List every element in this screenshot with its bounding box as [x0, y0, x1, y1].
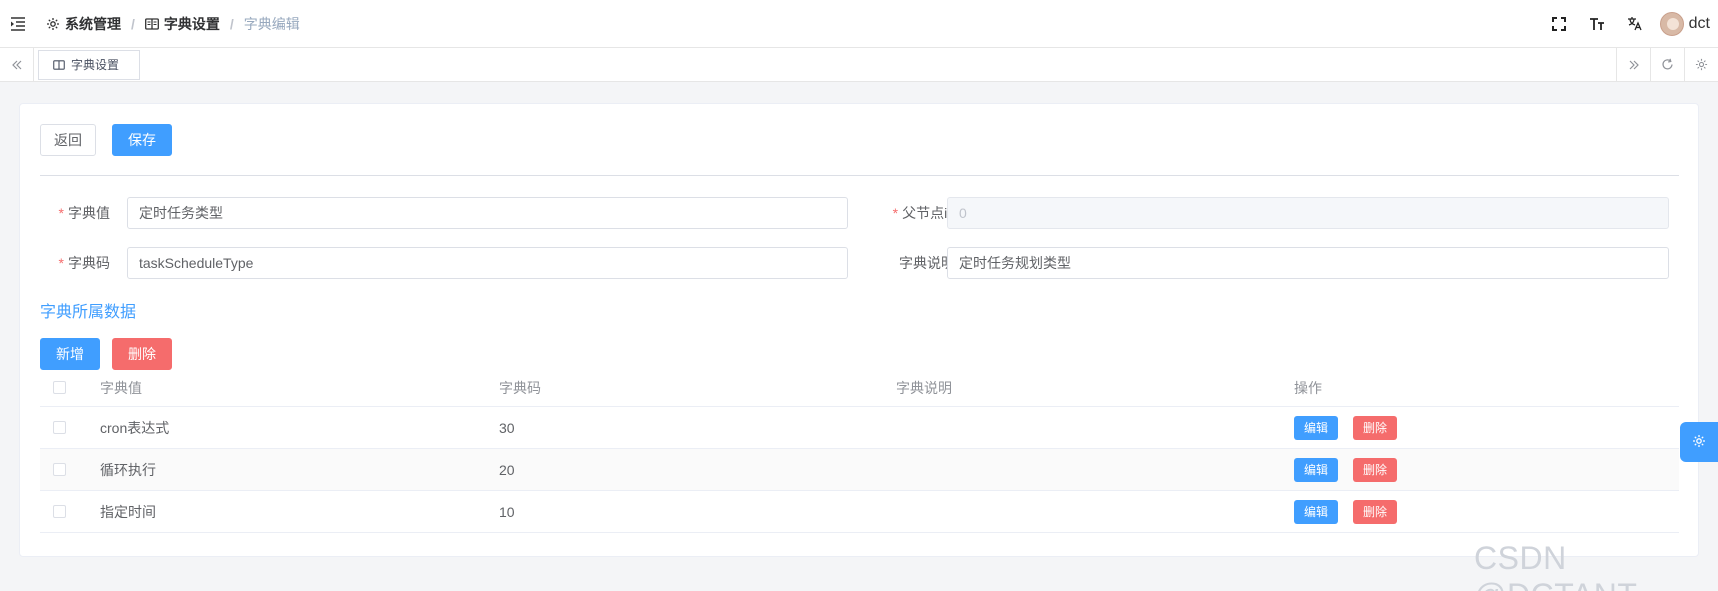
user-menu[interactable]: dct — [1659, 11, 1710, 36]
cell-value: 指定时间 — [100, 503, 156, 520]
divider — [40, 175, 1679, 176]
double-left-icon[interactable] — [0, 47, 34, 82]
edit-button[interactable]: 编辑 — [1294, 499, 1339, 524]
cell-code: 20 — [499, 461, 515, 478]
batch-delete-button[interactable]: 删除 — [112, 338, 172, 370]
avatar — [1659, 11, 1684, 36]
dict-value-input[interactable] — [127, 197, 848, 229]
column-header-actions: 操作 — [1294, 379, 1322, 396]
refresh-icon[interactable] — [1650, 47, 1684, 82]
row-checkbox[interactable] — [53, 463, 66, 476]
dict-code-input[interactable] — [127, 247, 848, 279]
dict-edit-card: 返回 保存 *字典值 *父节点id *字典码 字典说明 字典所属数据 新增 删除… — [19, 103, 1699, 557]
cell-value: cron表达式 — [100, 419, 170, 436]
dict-value-label: * 字典值 — [58, 205, 110, 221]
floating-settings-button[interactable] — [1680, 422, 1718, 462]
header-actions: dct — [1540, 0, 1718, 48]
gear-icon — [1692, 434, 1706, 451]
column-header-code: 字典码 — [499, 379, 541, 396]
breadcrumb: 系统管理 / 字典设置 / 字典编辑 — [46, 14, 300, 34]
dict-desc-input[interactable] — [947, 247, 1669, 279]
select-all-checkbox[interactable] — [53, 381, 66, 394]
edit-button[interactable]: 编辑 — [1294, 457, 1339, 482]
translate-icon[interactable] — [1616, 0, 1654, 48]
row-checkbox[interactable] — [53, 421, 66, 434]
fullscreen-icon[interactable] — [1540, 0, 1578, 48]
dict-items-table: 字典值 字典码 字典说明 操作 cron表达式 30 编辑 删除 循环执行 20… — [40, 369, 1679, 533]
cell-value: 循环执行 — [100, 461, 156, 478]
gear-icon — [46, 17, 60, 31]
table-row: 循环执行 20 编辑 删除 — [40, 449, 1679, 491]
tabs-bar: 字典设置 — [0, 47, 1718, 82]
breadcrumb-label: 系统管理 — [65, 15, 121, 32]
table-header-row: 字典值 字典码 字典说明 操作 — [40, 369, 1679, 407]
watermark: CSDN @DCTANT — [1474, 540, 1637, 591]
parent-id-label: * 父节点id — [892, 205, 955, 221]
tab-dict-settings[interactable]: 字典设置 — [38, 49, 141, 80]
top-header: 系统管理 / 字典设置 / 字典编辑 dct — [0, 0, 1718, 48]
section-title: 字典所属数据 — [40, 304, 137, 321]
breadcrumb-label: 字典设置 — [163, 15, 220, 32]
settings-icon[interactable] — [1684, 47, 1718, 82]
username: dct — [1688, 14, 1710, 32]
delete-button[interactable]: 删除 — [1353, 457, 1398, 482]
edit-button[interactable]: 编辑 — [1294, 415, 1339, 440]
delete-button[interactable]: 删除 — [1353, 415, 1398, 440]
add-button[interactable]: 新增 — [40, 338, 100, 370]
breadcrumb-item-current: 字典编辑 — [243, 15, 300, 32]
book-icon — [144, 17, 159, 30]
back-button[interactable]: 返回 — [40, 124, 96, 156]
menu-fold-icon[interactable] — [0, 0, 36, 48]
breadcrumb-separator: / — [229, 15, 234, 32]
dict-code-label: * 字典码 — [58, 255, 110, 271]
breadcrumb-item-system[interactable]: 系统管理 — [46, 14, 121, 34]
save-button[interactable]: 保存 — [112, 124, 172, 156]
cell-code: 30 — [499, 419, 515, 436]
breadcrumb-separator: / — [131, 15, 135, 32]
parent-id-input — [947, 197, 1669, 229]
book-icon — [53, 59, 65, 70]
table-row: 指定时间 10 编辑 删除 — [40, 491, 1679, 533]
row-checkbox[interactable] — [53, 505, 66, 518]
table-row: cron表达式 30 编辑 删除 — [40, 407, 1679, 449]
double-right-icon[interactable] — [1616, 47, 1650, 82]
delete-button[interactable]: 删除 — [1353, 499, 1398, 524]
column-header-value: 字典值 — [100, 379, 142, 396]
column-header-desc: 字典说明 — [896, 379, 952, 396]
breadcrumb-item-dict[interactable]: 字典设置 — [144, 14, 220, 34]
dict-desc-label: 字典说明 — [899, 255, 955, 271]
cell-code: 10 — [499, 503, 515, 520]
tabs-right-controls — [1616, 47, 1718, 82]
tab-label: 字典设置 — [71, 58, 120, 72]
font-size-icon[interactable] — [1578, 0, 1616, 48]
